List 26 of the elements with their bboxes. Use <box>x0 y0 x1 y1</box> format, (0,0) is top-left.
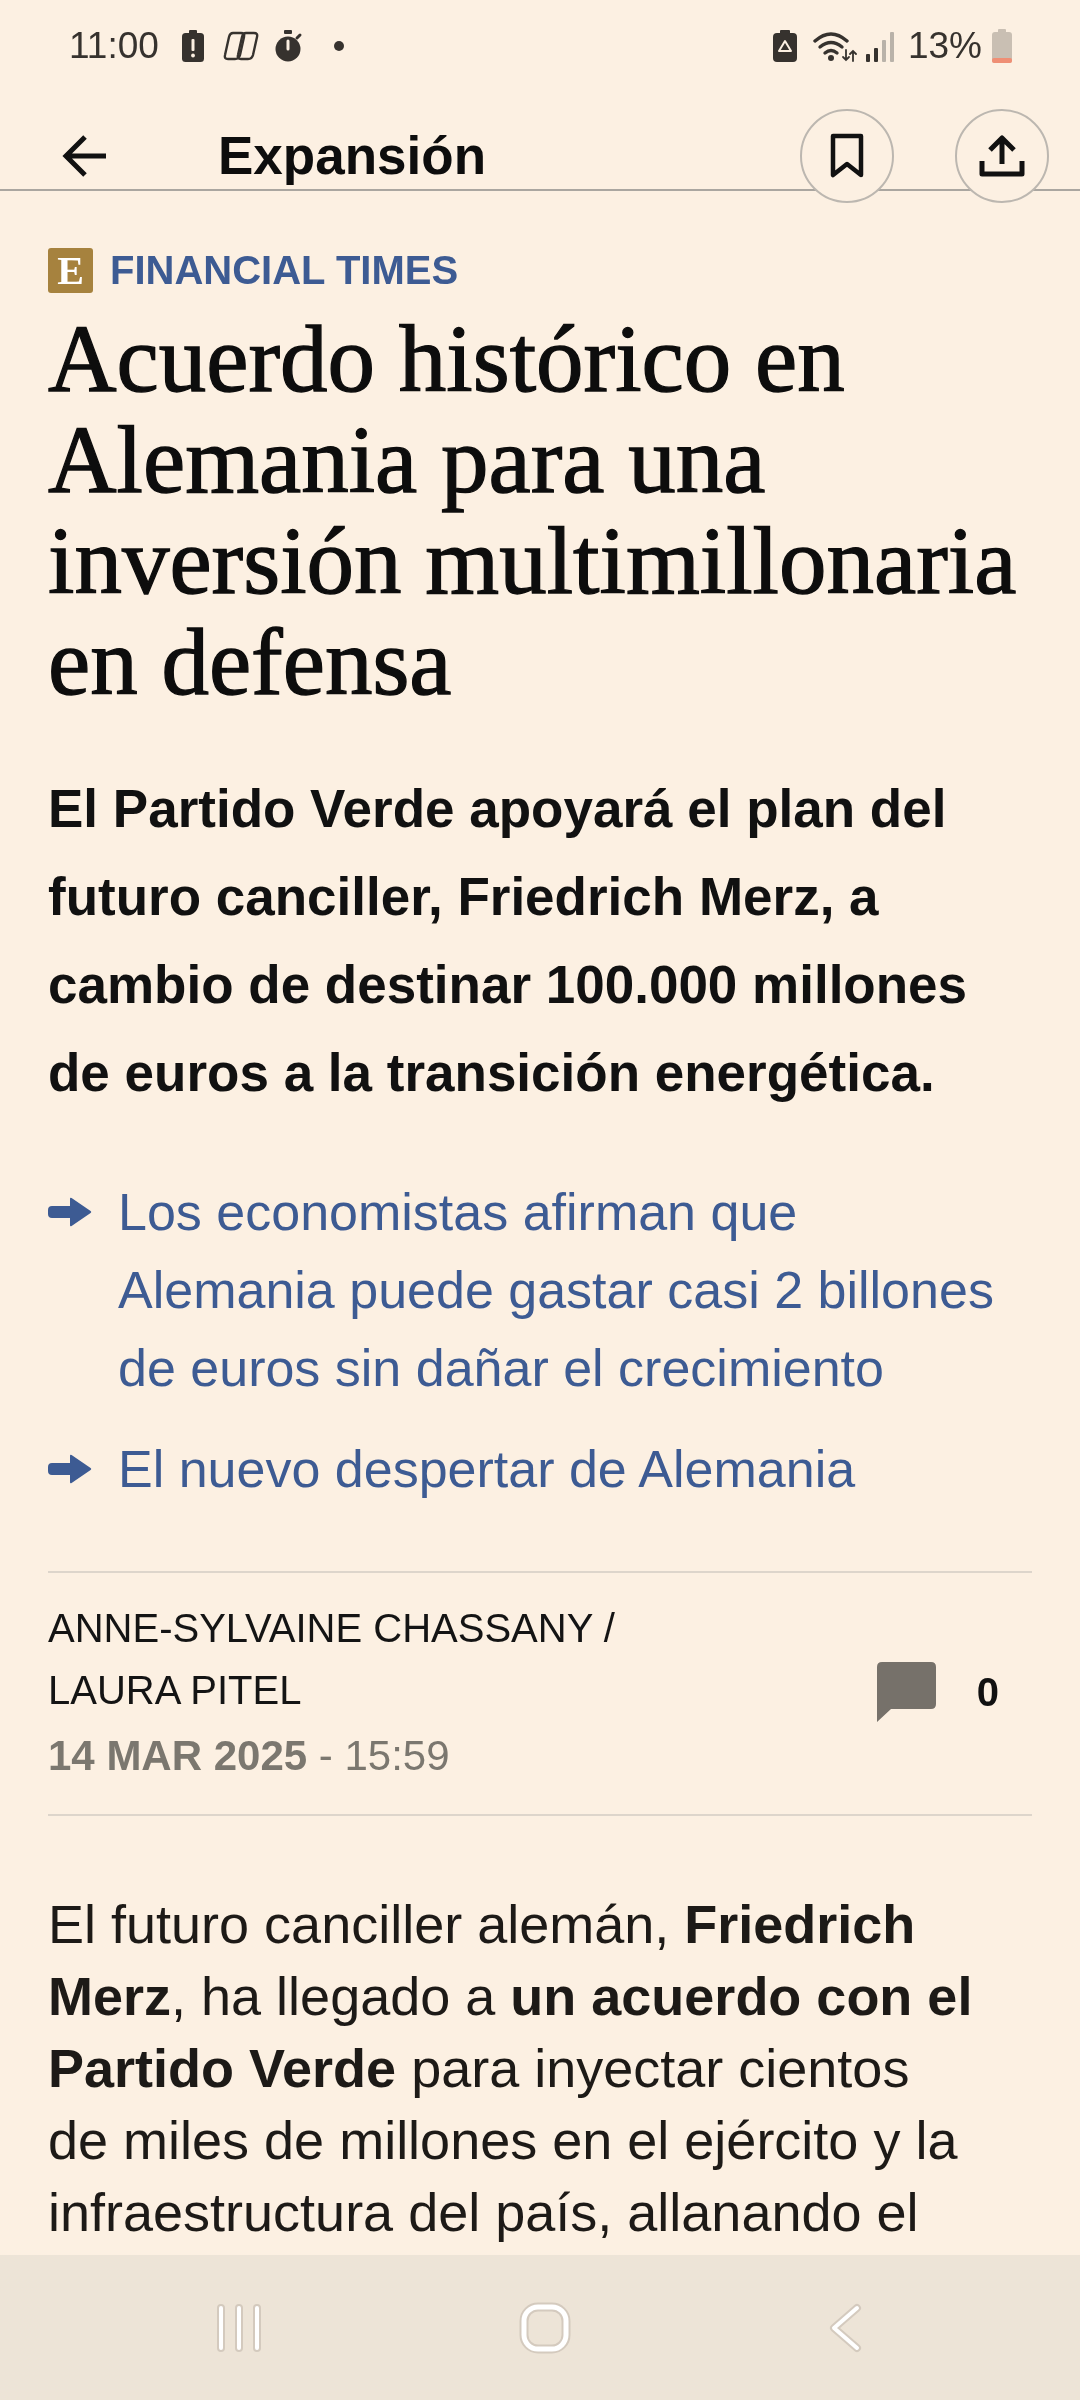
battery-percentage: 13% <box>907 24 982 68</box>
article-body: El futuro canciller alemán, Friedrich Merz, ha llegado a un acuerdo con el Partido Verde para inyectar cientos de miles de millones en el ejército y la infraestructura del país, allanando el <box>48 1893 974 2244</box>
related-link[interactable]: El nuevo despertar de Alemania <box>118 1430 856 1508</box>
share-icon <box>978 134 1026 178</box>
notification-dot-icon <box>333 41 344 51</box>
source-logo: E <box>48 248 93 293</box>
publish-date: 14 MAR 2025 - 15:59 <box>48 1731 451 1781</box>
related-link[interactable]: Los economistas afirman que Alemania puede gastar casi 2 billones de euros sin dañar el crecimiento <box>118 1173 1018 1407</box>
app-title: Expansión <box>218 125 486 187</box>
battery-alert-icon <box>181 30 204 62</box>
overlapping-shapes-icon <box>221 31 259 61</box>
signal-icon <box>865 30 894 62</box>
battery-saver-icon <box>772 30 797 62</box>
source-name: FINANCIAL TIMES <box>110 248 459 293</box>
article-title: Acuerdo histórico en Alemania para una inversión multimillonaria en defensa <box>48 309 1018 713</box>
arrow-right-icon <box>48 1453 92 1485</box>
comments-button[interactable]: 0 <box>876 1662 999 1722</box>
comment-icon <box>876 1662 936 1722</box>
wifi-icon <box>812 30 857 62</box>
bookmark-icon <box>828 133 866 179</box>
article-subtitle: El Partido Verde apoyará el plan del futuro canciller, Friedrich Merz, a cambio de destinar 100.000 millones de euros a la transición energética. <box>48 778 969 1104</box>
article-authors: ANNE-SYLVAINE CHASSANY / LAURA PITEL <box>48 1605 616 1714</box>
status-time: 11:00 <box>69 24 159 68</box>
arrow-right-icon <box>48 1196 92 1228</box>
battery-icon <box>992 29 1012 63</box>
back-icon[interactable] <box>61 133 109 179</box>
